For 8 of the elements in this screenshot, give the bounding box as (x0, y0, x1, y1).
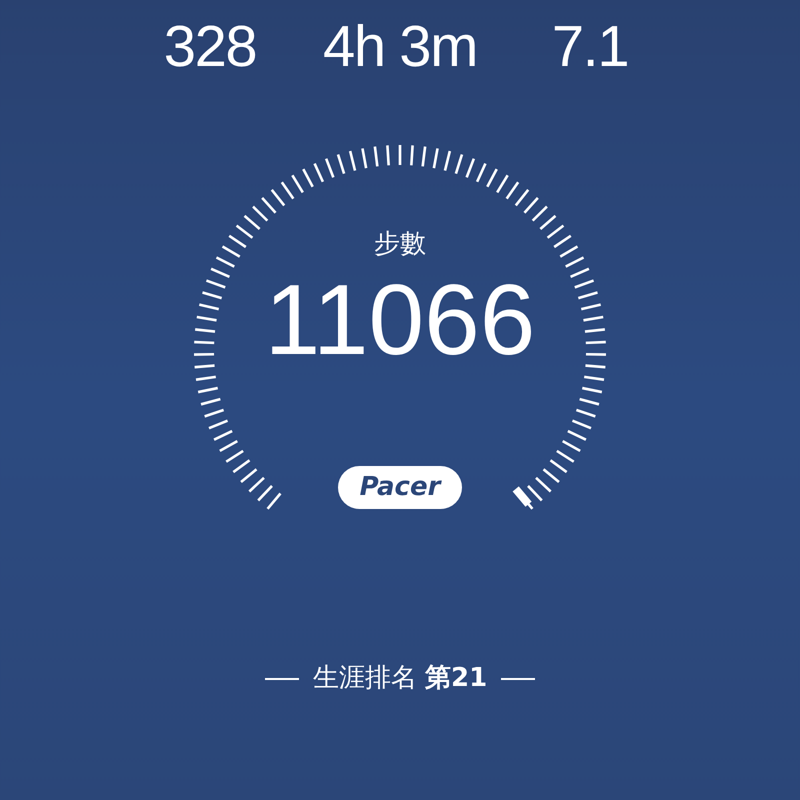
career-rank: 生涯排名 第21 (312, 662, 488, 695)
stat-value: 7.1 (550, 18, 630, 76)
stat-value: 328 (162, 18, 258, 76)
gauge-label: 步數 (374, 228, 426, 261)
progress-marker-icon (512, 486, 532, 507)
stat-value: 4h 3m (322, 18, 478, 76)
pacer-logo: Pacer (338, 466, 462, 509)
step-count: 11066 (264, 270, 536, 370)
